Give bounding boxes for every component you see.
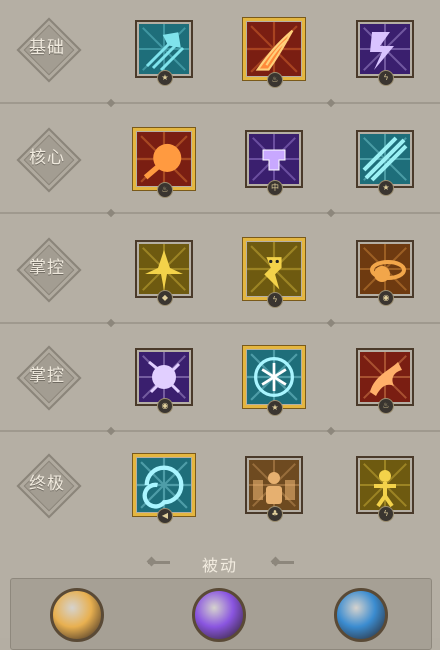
category-text: 掌控: [29, 366, 65, 386]
fire-dragon-icon[interactable]: ♨: [356, 348, 414, 414]
row-divider: [0, 430, 440, 432]
category-text: 基础: [29, 38, 65, 58]
lightning-icon[interactable]: ϟ: [356, 20, 414, 86]
skill-rank-badge: ♨: [157, 182, 173, 198]
category-text: 掌控: [29, 258, 65, 278]
skill-rank-badge: ϟ: [267, 292, 283, 308]
skill-rank-badge: ♣: [267, 506, 283, 522]
fire-orb-icon[interactable]: [50, 588, 104, 642]
chain-lightning-icon[interactable]: ϟ: [243, 238, 305, 308]
row-category-label: 掌控: [16, 237, 82, 303]
skill-rank-badge: ϟ: [378, 506, 394, 522]
skill-frame: [243, 18, 305, 80]
frost-arrows-icon[interactable]: ★: [135, 20, 193, 86]
frost-orb-icon[interactable]: [334, 588, 388, 642]
skill-rank-badge: 中: [267, 180, 283, 196]
category-text: 核心: [29, 148, 65, 168]
skill-rank-badge: ★: [157, 70, 173, 86]
avatar-icon[interactable]: ϟ: [356, 456, 414, 522]
skill-frame: [133, 128, 195, 190]
skill-rank-badge: ◀: [157, 508, 173, 524]
spike-burst-icon[interactable]: ◆: [135, 240, 193, 306]
skill-frame: [133, 454, 195, 516]
skill-rank-badge: ◆: [157, 290, 173, 306]
lightning-orb-icon[interactable]: [192, 588, 246, 642]
snowflake-icon[interactable]: ★: [243, 346, 305, 416]
skill-rank-badge: ♨: [378, 398, 394, 414]
row-divider: [0, 102, 440, 104]
shock-fist-icon[interactable]: 中: [245, 130, 303, 196]
row-category-label: 终极: [16, 453, 82, 519]
ice-shards-icon[interactable]: ★: [356, 130, 414, 196]
skill-rank-badge: ϟ: [378, 70, 394, 86]
skill-tree-panel: [0, 0, 440, 638]
skill-rank-badge: ◉: [378, 290, 394, 306]
skill-rank-badge: ★: [378, 180, 394, 196]
fire-slash-icon[interactable]: ♨: [243, 18, 305, 88]
storm-orb-icon[interactable]: ◉: [135, 348, 193, 414]
meteor-icon[interactable]: ◉: [356, 240, 414, 306]
row-divider: [0, 212, 440, 214]
skill-rank-badge: ♨: [267, 72, 283, 88]
skill-frame: [243, 346, 305, 408]
skill-frame: [243, 238, 305, 300]
skill-rank-badge: ◉: [157, 398, 173, 414]
passive-title: 被动: [201, 556, 238, 575]
row-category-label: 基础: [16, 17, 82, 83]
skill-rank-badge: ★: [267, 400, 283, 416]
row-category-label: 掌控: [16, 345, 82, 411]
row-divider: [0, 322, 440, 324]
row-category-label: 核心: [16, 127, 82, 193]
category-text: 终极: [29, 474, 65, 494]
blizzard-icon[interactable]: ◀: [133, 454, 195, 524]
fireball-icon[interactable]: ♨: [133, 128, 195, 198]
summon-icon[interactable]: ♣: [245, 456, 303, 522]
